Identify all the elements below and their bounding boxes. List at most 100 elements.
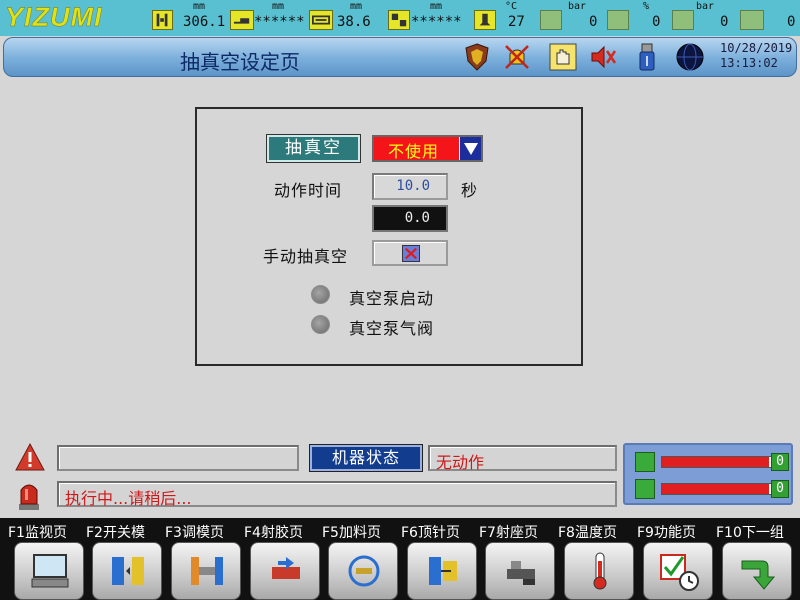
alarm-mute-icon[interactable] [502, 42, 532, 72]
f9-key[interactable] [643, 542, 713, 600]
f4-injection-button[interactable]: F4射胶页 [244, 520, 323, 600]
chevron-down-icon[interactable] [459, 137, 481, 160]
close-icon [402, 245, 420, 262]
ejector-position-icon [309, 10, 333, 30]
action-time-label: 动作时间 [274, 181, 343, 200]
vacuum-mode-value: 不使用 [388, 142, 440, 161]
f2-label: F2开关模 [86, 525, 145, 541]
gauge-1-fill [662, 457, 769, 467]
gauge-1-icon [635, 452, 655, 472]
pressure-value: 0 [589, 14, 598, 30]
back-pressure-icon [672, 10, 694, 30]
speed-value: 0 [787, 14, 796, 30]
machine-status-box: 无动作 [428, 445, 617, 472]
machine-status-button[interactable]: 机器状态 [309, 444, 423, 472]
flow-value: 0 [652, 14, 661, 30]
message-box: 执行中...请稍后... [57, 481, 617, 508]
vacuum-button[interactable]: 抽真空 [266, 134, 361, 163]
action-time-actual: 0.0 [372, 205, 448, 232]
ejector-position-value: 38.6 [337, 14, 371, 30]
back-pressure-value: 0 [720, 14, 729, 30]
gauge-2-fill [662, 484, 769, 494]
f1-key[interactable] [14, 542, 84, 600]
brand-logo: YIZUMI [5, 2, 103, 32]
readout-unit: mm [350, 1, 363, 12]
manual-hand-icon[interactable] [548, 42, 578, 72]
function-check-icon [660, 554, 699, 591]
f5-label: F5加料页 [322, 525, 381, 541]
f1-monitor-button[interactable]: F1监视页 [8, 520, 87, 600]
f6-key[interactable] [407, 542, 477, 600]
f7-key[interactable] [485, 542, 555, 600]
gauge-1-bar [661, 456, 773, 468]
f9-label: F9功能页 [637, 525, 696, 541]
action-time-actual-value: 0.0 [404, 210, 430, 226]
vacuum-mode-select[interactable]: 不使用 [372, 135, 483, 162]
flow-icon [607, 10, 629, 30]
next-arrow-icon [741, 560, 776, 590]
charging-icon [348, 555, 380, 587]
pump-valve-indicator [311, 315, 330, 334]
f10-label: F10下一组 [716, 525, 784, 541]
manual-vacuum-toggle[interactable] [372, 240, 448, 266]
readout-unit: °C [505, 1, 518, 12]
f6-label: F6顶针页 [401, 525, 460, 541]
f8-label: F8温度页 [558, 525, 617, 541]
action-time-input[interactable]: 10.0 [372, 173, 448, 200]
readout-unit: bar [568, 1, 587, 12]
manual-vacuum-label: 手动抽真空 [263, 247, 349, 266]
pressure-icon [540, 10, 562, 30]
f10-next-button[interactable]: F10下一组 [716, 520, 795, 600]
speaker-mute-icon[interactable] [588, 42, 618, 72]
usb-icon[interactable] [632, 42, 662, 72]
gauge-1-value: 0 [771, 453, 789, 471]
alarm-message-box [57, 445, 299, 471]
readout-unit: mm [272, 1, 285, 12]
readout-unit: bar [696, 1, 715, 12]
carriage-position-value: ****** [411, 14, 462, 30]
f5-charging-button[interactable]: F5加料页 [322, 520, 401, 600]
monitor-icon [31, 554, 69, 588]
readout-unit: % [643, 1, 650, 12]
f4-key[interactable] [250, 542, 320, 600]
datetime: 10/28/2019 13:13:02 [720, 41, 792, 71]
seconds-unit: 秒 [461, 181, 479, 200]
message-text: 执行中...请稍后... [65, 489, 192, 508]
thermometer-icon [593, 552, 607, 590]
globe-icon[interactable] [675, 42, 705, 72]
action-time-value: 10.0 [396, 178, 430, 194]
f3-adjust-button[interactable]: F3调模页 [165, 520, 244, 600]
ejector-icon [429, 557, 457, 585]
oil-temperature-value: 27 [508, 14, 525, 30]
f10-key[interactable] [722, 542, 792, 600]
f7-carriage-button[interactable]: F7射座页 [479, 520, 558, 600]
f8-temperature-button[interactable]: F8温度页 [558, 520, 637, 600]
mold-adjust-icon [191, 557, 223, 585]
title-bar: 抽真空设定页 10/28/2019 13:13:02 [3, 37, 797, 77]
f4-label: F4射胶页 [244, 525, 303, 541]
carriage-position-icon [388, 10, 410, 30]
f2-key[interactable] [92, 542, 162, 600]
f1-label: F1监视页 [8, 525, 67, 541]
f7-label: F7射座页 [479, 525, 538, 541]
f8-key[interactable] [564, 542, 634, 600]
f3-key[interactable] [171, 542, 241, 600]
injection-icon [272, 557, 300, 579]
f6-ejector-button[interactable]: F6顶针页 [401, 520, 480, 600]
shield-icon[interactable] [462, 42, 492, 72]
f5-key[interactable] [328, 542, 398, 600]
f9-function-button[interactable]: F9功能页 [637, 520, 716, 600]
f2-mold-button[interactable]: F2开关模 [86, 520, 165, 600]
date-text: 10/28/2019 [720, 41, 793, 55]
gauge-2-bar [661, 483, 773, 495]
readout-unit: mm [193, 1, 206, 12]
siren-icon [15, 476, 43, 512]
time-text: 13:13:02 [720, 56, 778, 70]
mold-position-icon [152, 10, 173, 30]
warning-icon[interactable] [14, 442, 46, 472]
speed-icon [740, 10, 764, 30]
readout-unit: mm [430, 1, 443, 12]
pump-start-indicator [311, 285, 330, 304]
gauge-2-icon [635, 479, 655, 499]
mold-position-value: 306.1 [183, 14, 226, 30]
